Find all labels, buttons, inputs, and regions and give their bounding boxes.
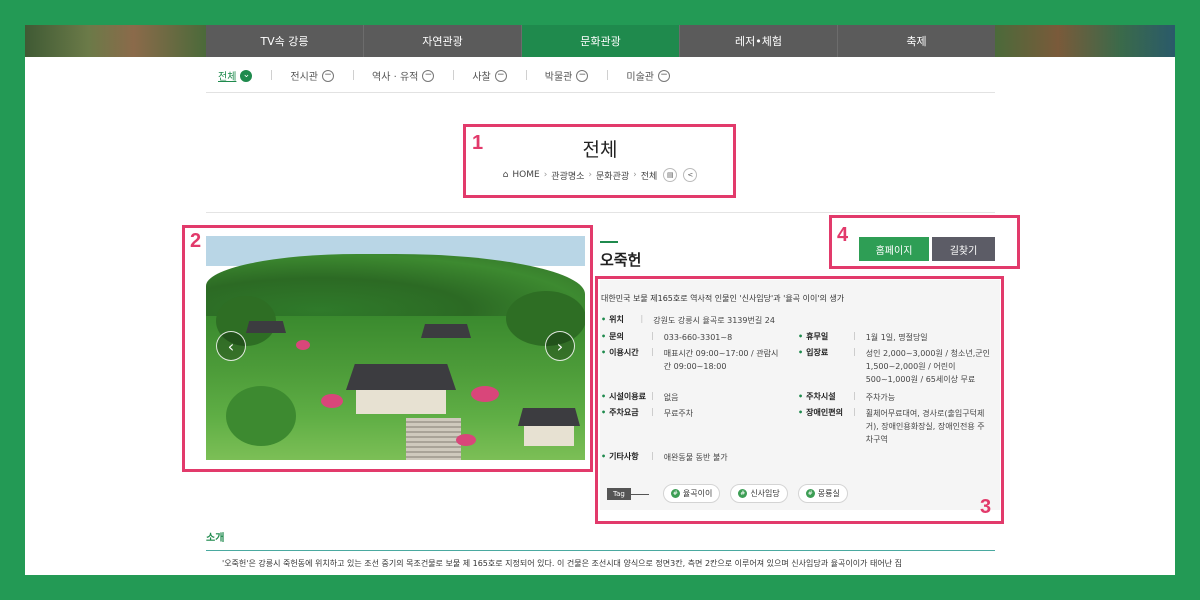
subnav-item-museum[interactable]: 박물관 − [525, 68, 608, 83]
subnav-label: 박물관 [544, 72, 573, 83]
minus-circle-icon: − [576, 69, 589, 82]
subnav-label: 사찰 [472, 72, 491, 83]
menu-item-leisure[interactable]: 레저•체험 [679, 25, 837, 57]
minus-circle-icon: − [422, 69, 435, 82]
main-menu: TV속 강릉 자연관광 문화관광 레저•체험 축제 [206, 25, 995, 57]
subnav-label: 역사 · 유적 [372, 72, 419, 83]
place-name: 오죽헌 [600, 251, 642, 269]
subnav-label: 전시관 [290, 72, 319, 83]
subnav-item-exhibition[interactable]: 전시관 − [271, 68, 353, 83]
annotation-number: 1 [472, 132, 484, 154]
section-divider [206, 212, 995, 213]
annotation-number: 4 [837, 224, 849, 246]
intro-divider [206, 550, 995, 551]
minus-circle-icon: − [657, 69, 670, 82]
annotation-box-buttons [829, 215, 1020, 269]
annotation-box-title [463, 124, 736, 198]
subnav-item-temple[interactable]: 사찰 − [453, 68, 525, 83]
annotation-box-photo [182, 225, 593, 472]
subnav-label: 미술관 [626, 72, 654, 83]
minus-circle-icon: − [322, 69, 335, 82]
menu-item-nature[interactable]: 자연관광 [363, 25, 521, 57]
chevron-down-icon: ⌄ [240, 69, 253, 82]
heading-accent-bar [600, 241, 618, 243]
menu-item-tv[interactable]: TV속 강릉 [206, 25, 363, 57]
annotation-number: 2 [190, 230, 202, 252]
subnav-item-all[interactable]: 전체 ⌄ [216, 68, 271, 83]
header-decoration-left [25, 25, 206, 57]
intro-text: '오죽헌'은 강릉시 죽헌동에 위치하고 있는 조선 중기의 목조건물로 보물 … [222, 559, 902, 568]
subnav-label: 전체 [218, 72, 237, 83]
header-decoration-right [995, 25, 1175, 57]
subnav-item-history[interactable]: 역사 · 유적 − [353, 68, 453, 83]
menu-item-festival[interactable]: 축제 [837, 25, 995, 57]
sub-navigation: 전체 ⌄ 전시관 − 역사 · 유적 − 사찰 − 박물관 − 미술관 − [206, 59, 995, 93]
top-navigation: TV속 강릉 자연관광 문화관광 레저•체험 축제 [25, 25, 1175, 57]
intro-title: 소개 [206, 533, 225, 544]
menu-item-culture[interactable]: 문화관광 [521, 25, 679, 57]
annotation-box-info [595, 276, 1004, 524]
annotation-number: 3 [980, 496, 992, 518]
minus-circle-icon: − [494, 69, 507, 82]
subnav-item-art-gallery[interactable]: 미술관 − [607, 68, 689, 83]
